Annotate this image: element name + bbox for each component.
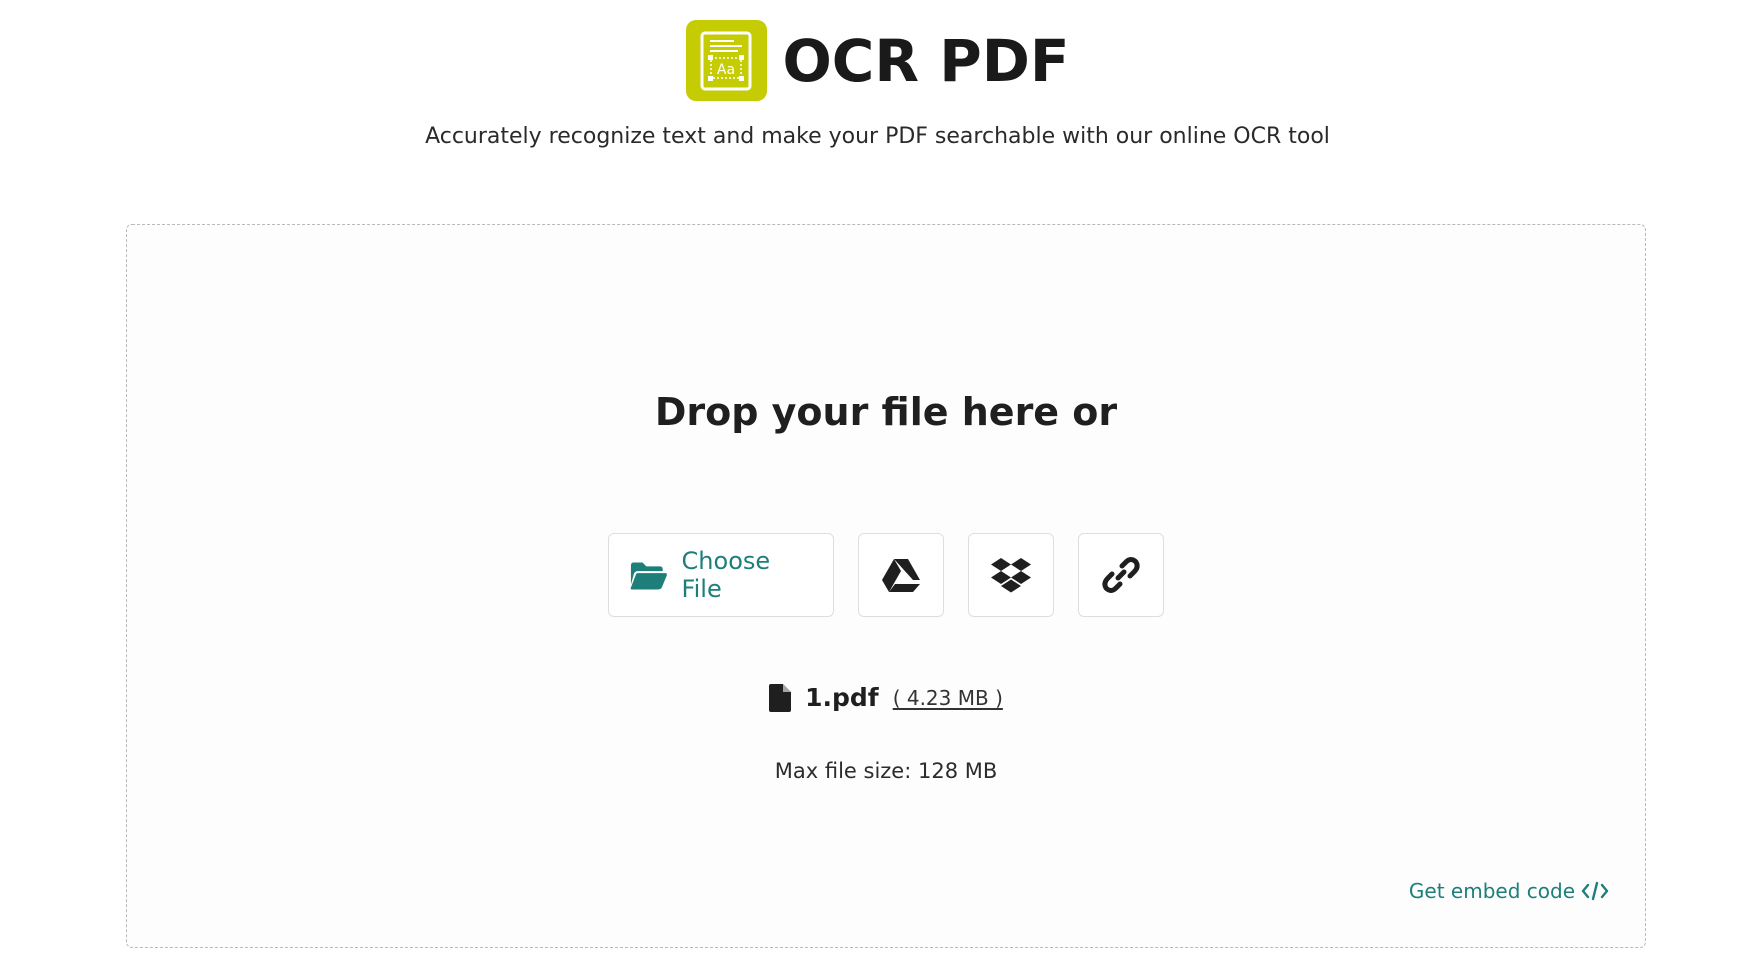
- file-name: 1.pdf: [805, 683, 879, 712]
- link-icon: [1102, 557, 1140, 593]
- dropbox-icon: [991, 558, 1031, 593]
- document-text-recognition-icon: Aa: [700, 31, 752, 90]
- folder-open-icon: [630, 562, 667, 590]
- svg-text:Aa: Aa: [717, 62, 735, 78]
- ocr-pdf-logo: Aa: [685, 20, 767, 101]
- file-icon: [769, 683, 792, 712]
- url-link-button[interactable]: [1078, 533, 1164, 617]
- get-embed-code-link[interactable]: Get embed code: [1409, 879, 1609, 903]
- file-dropzone[interactable]: Drop your file here or Choose File 1.pdf…: [126, 224, 1646, 948]
- selected-file: 1.pdf ( 4.23 MB ): [127, 683, 1645, 712]
- page: Aa OCR PDF Accurately recognize text and…: [0, 0, 1755, 960]
- upload-source-buttons: Choose File: [127, 533, 1645, 617]
- embed-label: Get embed code: [1408, 879, 1575, 903]
- dropbox-button[interactable]: [968, 533, 1054, 617]
- google-drive-button[interactable]: [858, 533, 944, 617]
- header: Aa OCR PDF: [0, 20, 1755, 101]
- choose-file-button[interactable]: Choose File: [608, 533, 834, 617]
- dropzone-heading: Drop your file here or: [654, 390, 1118, 434]
- code-icon: [1581, 881, 1609, 901]
- max-file-size: Max file size: 128 MB: [774, 759, 998, 783]
- google-drive-icon: [882, 559, 920, 592]
- file-size[interactable]: ( 4.23 MB ): [893, 686, 1003, 710]
- page-title: OCR PDF: [782, 26, 1070, 95]
- choose-file-label: Choose File: [681, 547, 771, 603]
- page-subtitle: Accurately recognize text and make your …: [425, 124, 1330, 149]
